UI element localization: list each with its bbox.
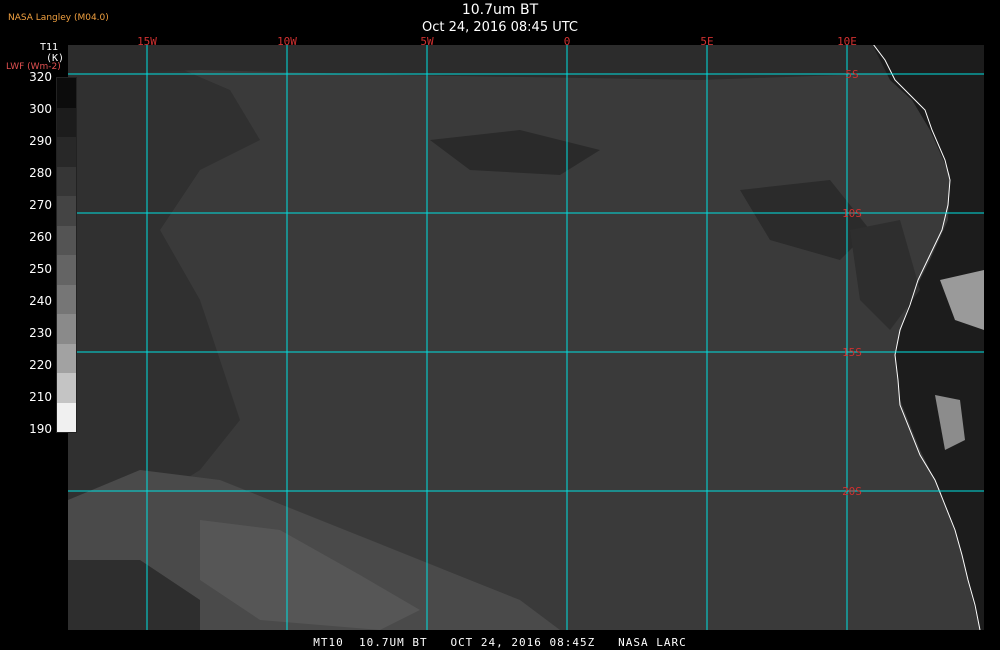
- latitude-label: 10S: [842, 207, 862, 220]
- satellite-map: 15W 10W 5W 0 5E 10E 5S 10S 15S 20S: [68, 35, 984, 630]
- latitude-label: 15S: [842, 346, 862, 359]
- map-timestamp: Oct 24, 2016 08:45 UTC: [422, 20, 578, 35]
- map-title: 10.7um BT: [461, 2, 539, 18]
- colorbar-tick-label: 210: [29, 390, 52, 404]
- colorbar-segment: [57, 314, 76, 344]
- longitude-label: 0: [564, 35, 571, 48]
- longitude-label: 10W: [277, 35, 297, 48]
- colorbar-tick-label: 250: [29, 262, 52, 276]
- colorbar-tick-label: 320: [29, 70, 52, 84]
- colorbar-tick-label: 240: [29, 294, 52, 308]
- colorbar-tick-label: 230: [29, 326, 52, 340]
- colorbar-segment: [57, 107, 76, 137]
- longitude-label: 5E: [700, 35, 713, 48]
- colorbar-segment: [57, 225, 76, 255]
- colorbar-segment: [57, 137, 76, 167]
- colorbar-segment: [57, 166, 76, 196]
- colorbar-tick-label: 290: [29, 134, 52, 148]
- longitude-label: 10E: [837, 35, 857, 48]
- colorbar-segment: [57, 196, 76, 226]
- source-label: NASA Langley (M04.0): [8, 13, 109, 23]
- colorbar-segment: [57, 78, 76, 108]
- colorbar-tick-label: 190: [29, 422, 52, 436]
- colorbar-segment: [57, 402, 76, 432]
- colorbar-tick-label: 270: [29, 198, 52, 212]
- colorbar-tick-label: 300: [29, 102, 52, 116]
- colorbar-tick-label: 220: [29, 358, 52, 372]
- longitude-label: 15W: [137, 35, 157, 48]
- colorbar-segment: [57, 373, 76, 403]
- legend-variable: T11: [40, 42, 59, 53]
- colorbar: [56, 77, 77, 433]
- colorbar-segment: [57, 284, 76, 314]
- latitude-label: 5S: [845, 68, 858, 81]
- latitude-label: 20S: [842, 485, 862, 498]
- colorbar-segment: [57, 255, 76, 285]
- colorbar-tick-label: 280: [29, 166, 52, 180]
- colorbar-segment: [57, 343, 76, 373]
- colorbar-tick-label: 260: [29, 230, 52, 244]
- longitude-label: 5W: [420, 35, 434, 48]
- map-footer: MT10 10.7UM BT OCT 24, 2016 08:45Z NASA …: [313, 636, 687, 649]
